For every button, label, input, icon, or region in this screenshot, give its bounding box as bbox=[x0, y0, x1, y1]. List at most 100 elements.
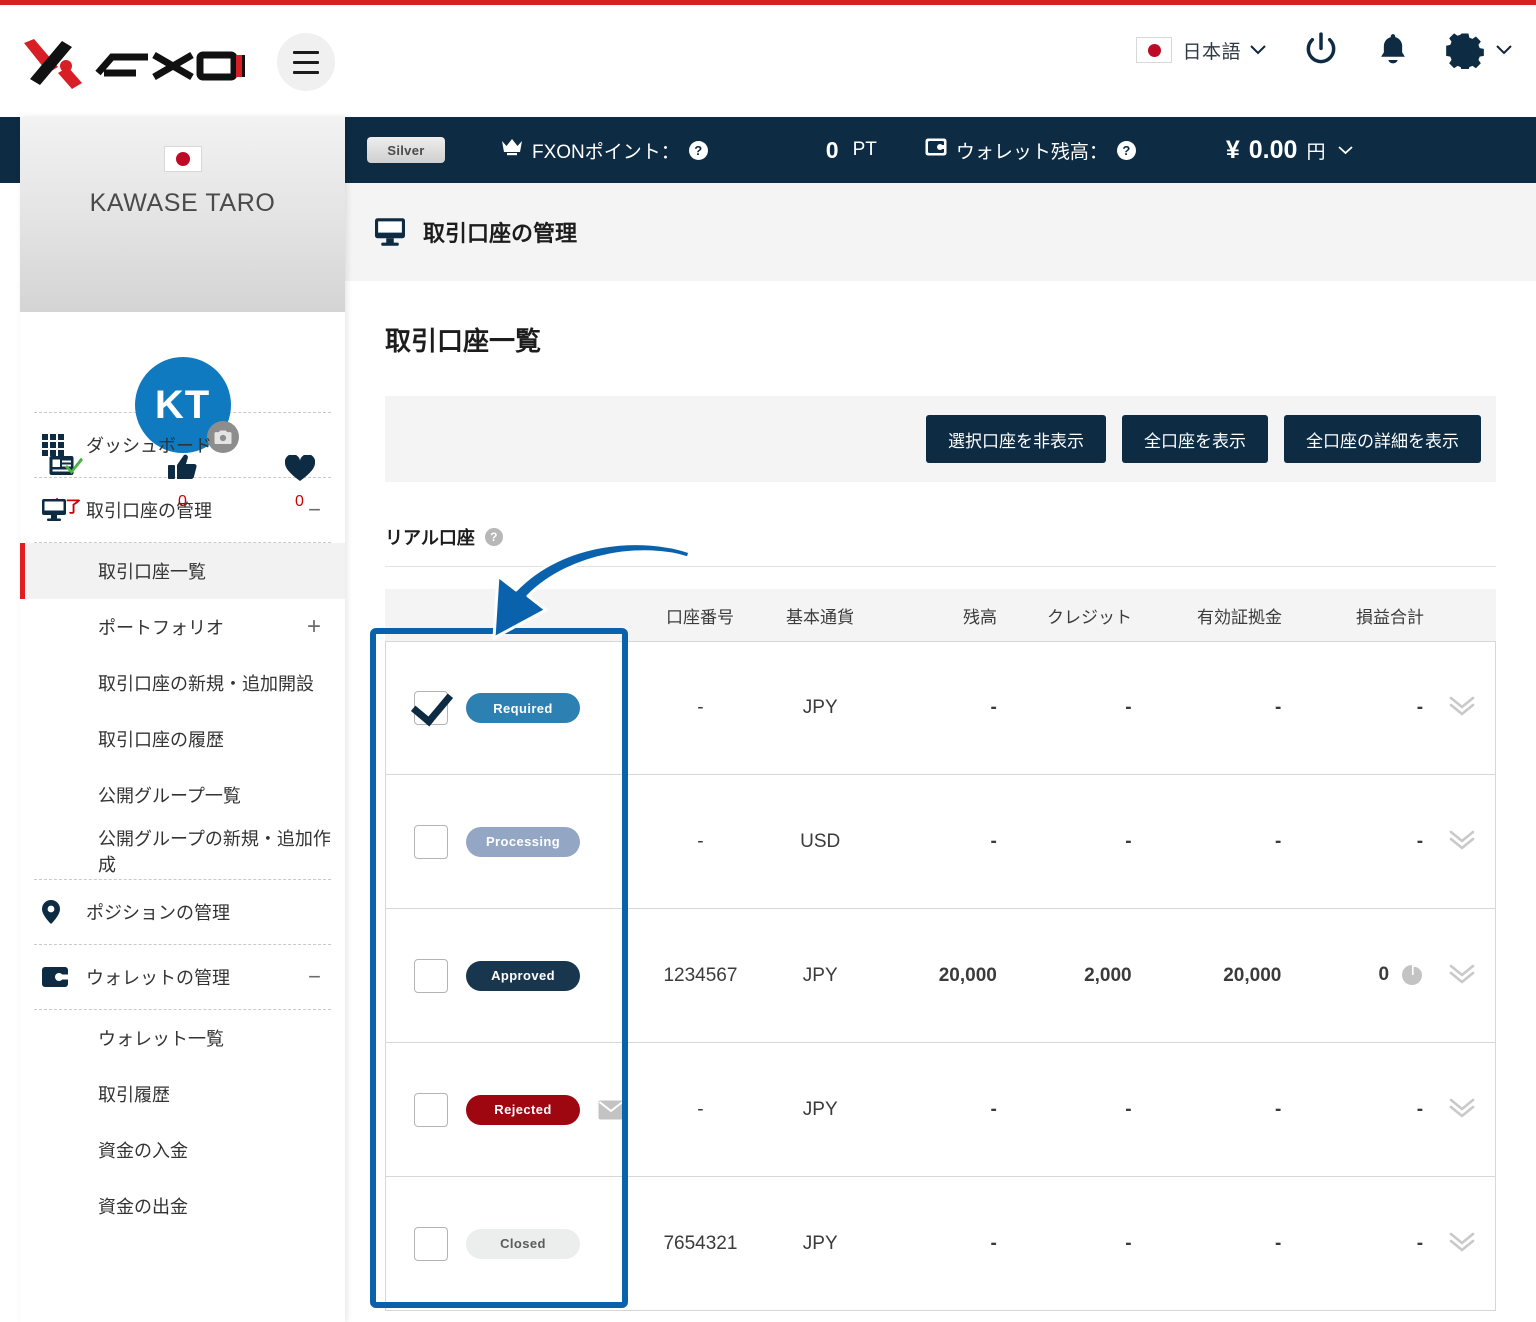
hamburger-icon bbox=[293, 70, 319, 74]
table-row[interactable]: Rejected - JPY - - - - bbox=[385, 1043, 1496, 1177]
sidebar-item-portfolio[interactable]: ポートフォリオ + bbox=[20, 599, 345, 655]
profile-header: KAWASE TARO bbox=[20, 117, 345, 312]
sidebar-item-public-group-new[interactable]: 公開グループの新規・追加作成 bbox=[20, 823, 345, 879]
menu-toggle-button[interactable] bbox=[277, 33, 335, 91]
cell-account-no: - bbox=[697, 830, 704, 852]
wallet-amount: 0.00 bbox=[1248, 135, 1298, 164]
row-checkbox[interactable] bbox=[414, 1092, 448, 1127]
chevron-down-icon[interactable] bbox=[1338, 139, 1354, 161]
row-checkbox[interactable] bbox=[414, 824, 448, 859]
points-value: 0 bbox=[825, 136, 839, 163]
collapse-icon[interactable]: − bbox=[308, 966, 321, 988]
column-header-balance: 残高 bbox=[963, 607, 997, 627]
sidebar-item-positions[interactable]: ポジションの管理 bbox=[20, 880, 345, 944]
wallet-balance-label: ウォレット残高： bbox=[955, 141, 1108, 163]
row-expand-button[interactable] bbox=[1429, 1230, 1495, 1258]
sidebar-item-account-history[interactable]: 取引口座の履歴 bbox=[20, 711, 345, 767]
accounts-table: 口座番号 基本通貨 残高 クレジット 有効証拠金 損益合計 Required - J… bbox=[385, 589, 1496, 1311]
sidebar-item-dashboard[interactable]: ダッシュボード bbox=[20, 413, 345, 477]
double-chevron-down-icon bbox=[1447, 696, 1477, 721]
cell-pl: - bbox=[1416, 830, 1424, 852]
status-badge: Required bbox=[466, 693, 580, 723]
chevron-down-icon[interactable] bbox=[1496, 42, 1512, 59]
pie-chart-icon[interactable] bbox=[1401, 964, 1423, 986]
wallet-icon bbox=[925, 138, 947, 162]
pin-icon bbox=[42, 900, 80, 924]
cell-balance: - bbox=[990, 1232, 997, 1254]
sidebar-subitem-label: 資金の入金 bbox=[98, 1141, 188, 1161]
sidebar-item-account-list[interactable]: 取引口座一覧 bbox=[20, 543, 345, 599]
help-icon[interactable]: ? bbox=[1116, 140, 1136, 160]
page-title: 取引口座の管理 bbox=[423, 221, 578, 246]
sidebar-item-transaction-history[interactable]: 取引履歴 bbox=[20, 1066, 345, 1122]
table-header-row: 口座番号 基本通貨 残高 クレジット 有効証拠金 損益合計 bbox=[385, 589, 1496, 641]
collapse-icon[interactable]: − bbox=[308, 499, 321, 521]
hamburger-icon bbox=[293, 60, 319, 64]
breadcrumb: 取引口座の管理 bbox=[345, 183, 1536, 281]
sidebar-item-trading-accounts[interactable]: 取引口座の管理 − bbox=[20, 478, 345, 542]
bell-icon[interactable] bbox=[1376, 32, 1410, 68]
show-all-accounts-button[interactable]: 全口座を表示 bbox=[1122, 415, 1268, 463]
cell-balance: 20,000 bbox=[938, 964, 997, 986]
sidebar-item-withdraw[interactable]: 資金の出金 bbox=[20, 1178, 345, 1234]
show-all-account-details-button[interactable]: 全口座の詳細を表示 bbox=[1284, 415, 1481, 463]
cell-credit: - bbox=[1125, 830, 1132, 852]
grid-icon bbox=[42, 434, 80, 456]
sidebar-item-label: ウォレットの管理 bbox=[86, 968, 230, 988]
cell-credit: - bbox=[1125, 697, 1132, 718]
expand-icon[interactable]: + bbox=[307, 615, 321, 639]
table-row[interactable]: Required - JPY - - - - bbox=[385, 641, 1496, 775]
divider bbox=[385, 566, 1496, 567]
sidebar-subitem-label: 資金の出金 bbox=[98, 1197, 188, 1217]
help-icon[interactable]: ? bbox=[484, 528, 503, 546]
main-content: 取引口座の管理 取引口座一覧 選択口座を非表示 全口座を表示 全口座の詳細を表示… bbox=[345, 183, 1536, 1322]
chevron-down-icon[interactable] bbox=[1250, 42, 1266, 59]
column-header-margin: 有効証拠金 bbox=[1197, 607, 1282, 627]
cell-currency: USD bbox=[800, 830, 841, 852]
sidebar-item-deposit[interactable]: 資金の入金 bbox=[20, 1122, 345, 1178]
sidebar-item-wallet-list[interactable]: ウォレット一覧 bbox=[20, 1010, 345, 1066]
wallet-currency-unit: 円 bbox=[1306, 141, 1326, 163]
power-icon[interactable] bbox=[1302, 31, 1340, 69]
sidebar-subitem-label: 取引口座の新規・追加開設 bbox=[98, 674, 314, 694]
row-expand-button[interactable] bbox=[1429, 1096, 1495, 1124]
sidebar: KAWASE TARO KT 0 0 ダッシュボード 取引口座の管理 − 取引口… bbox=[20, 117, 345, 1322]
sidebar-item-new-account[interactable]: 取引口座の新規・追加開設 bbox=[20, 655, 345, 711]
status-badge: Closed bbox=[466, 1228, 580, 1259]
wallet-amount-group[interactable]: ¥ 0.00 円 bbox=[1226, 136, 1354, 165]
sidebar-item-label: ダッシュボード bbox=[86, 436, 212, 456]
points-unit: PT bbox=[852, 139, 877, 160]
table-row[interactable]: Approved 1234567 JPY 20,000 2,000 20,000 0 bbox=[385, 909, 1496, 1043]
row-expand-button[interactable] bbox=[1429, 694, 1495, 722]
cell-pl: 0 bbox=[1299, 964, 1429, 986]
column-header-account-no: 口座番号 bbox=[666, 607, 734, 627]
table-row[interactable]: Processing - USD - - - - bbox=[385, 775, 1496, 909]
sidebar-item-public-group-list[interactable]: 公開グループ一覧 bbox=[20, 767, 345, 823]
cell-currency: JPY bbox=[802, 964, 838, 986]
row-expand-button[interactable] bbox=[1429, 828, 1495, 856]
currency-symbol: ¥ bbox=[1225, 135, 1240, 164]
wallet-icon bbox=[42, 967, 80, 987]
cell-margin: 20,000 bbox=[1223, 964, 1282, 986]
status-cell: Approved bbox=[386, 958, 641, 993]
row-checkbox[interactable] bbox=[414, 958, 448, 993]
cell-margin: - bbox=[1275, 697, 1282, 718]
fxon-points-group: FXONポイント： ? bbox=[501, 137, 708, 164]
gear-icon[interactable] bbox=[1446, 31, 1484, 69]
wallet-balance-group: ウォレット残高： ? bbox=[925, 137, 1136, 164]
sidebar-item-wallet[interactable]: ウォレットの管理 − bbox=[20, 945, 345, 1009]
status-badge: Processing bbox=[466, 826, 580, 857]
row-checkbox[interactable] bbox=[414, 691, 448, 725]
table-row[interactable]: Closed 7654321 JPY - - - - bbox=[385, 1177, 1496, 1311]
hide-selected-accounts-button[interactable]: 選択口座を非表示 bbox=[926, 415, 1106, 463]
row-checkbox[interactable] bbox=[414, 1226, 448, 1261]
cell-credit: 2,000 bbox=[1084, 964, 1132, 986]
status-strip-content: Silver FXONポイント： ? 0 PT ウォレット残高： ? ¥ 0.0… bbox=[345, 117, 1536, 183]
language-label[interactable]: 日本語 bbox=[1182, 37, 1241, 64]
help-icon[interactable]: ? bbox=[688, 140, 708, 160]
mail-icon[interactable] bbox=[598, 1100, 624, 1120]
row-expand-button[interactable] bbox=[1429, 962, 1495, 990]
tier-badge: Silver bbox=[367, 137, 445, 163]
cell-margin: - bbox=[1275, 1098, 1282, 1120]
fxon-logo[interactable] bbox=[20, 33, 246, 93]
